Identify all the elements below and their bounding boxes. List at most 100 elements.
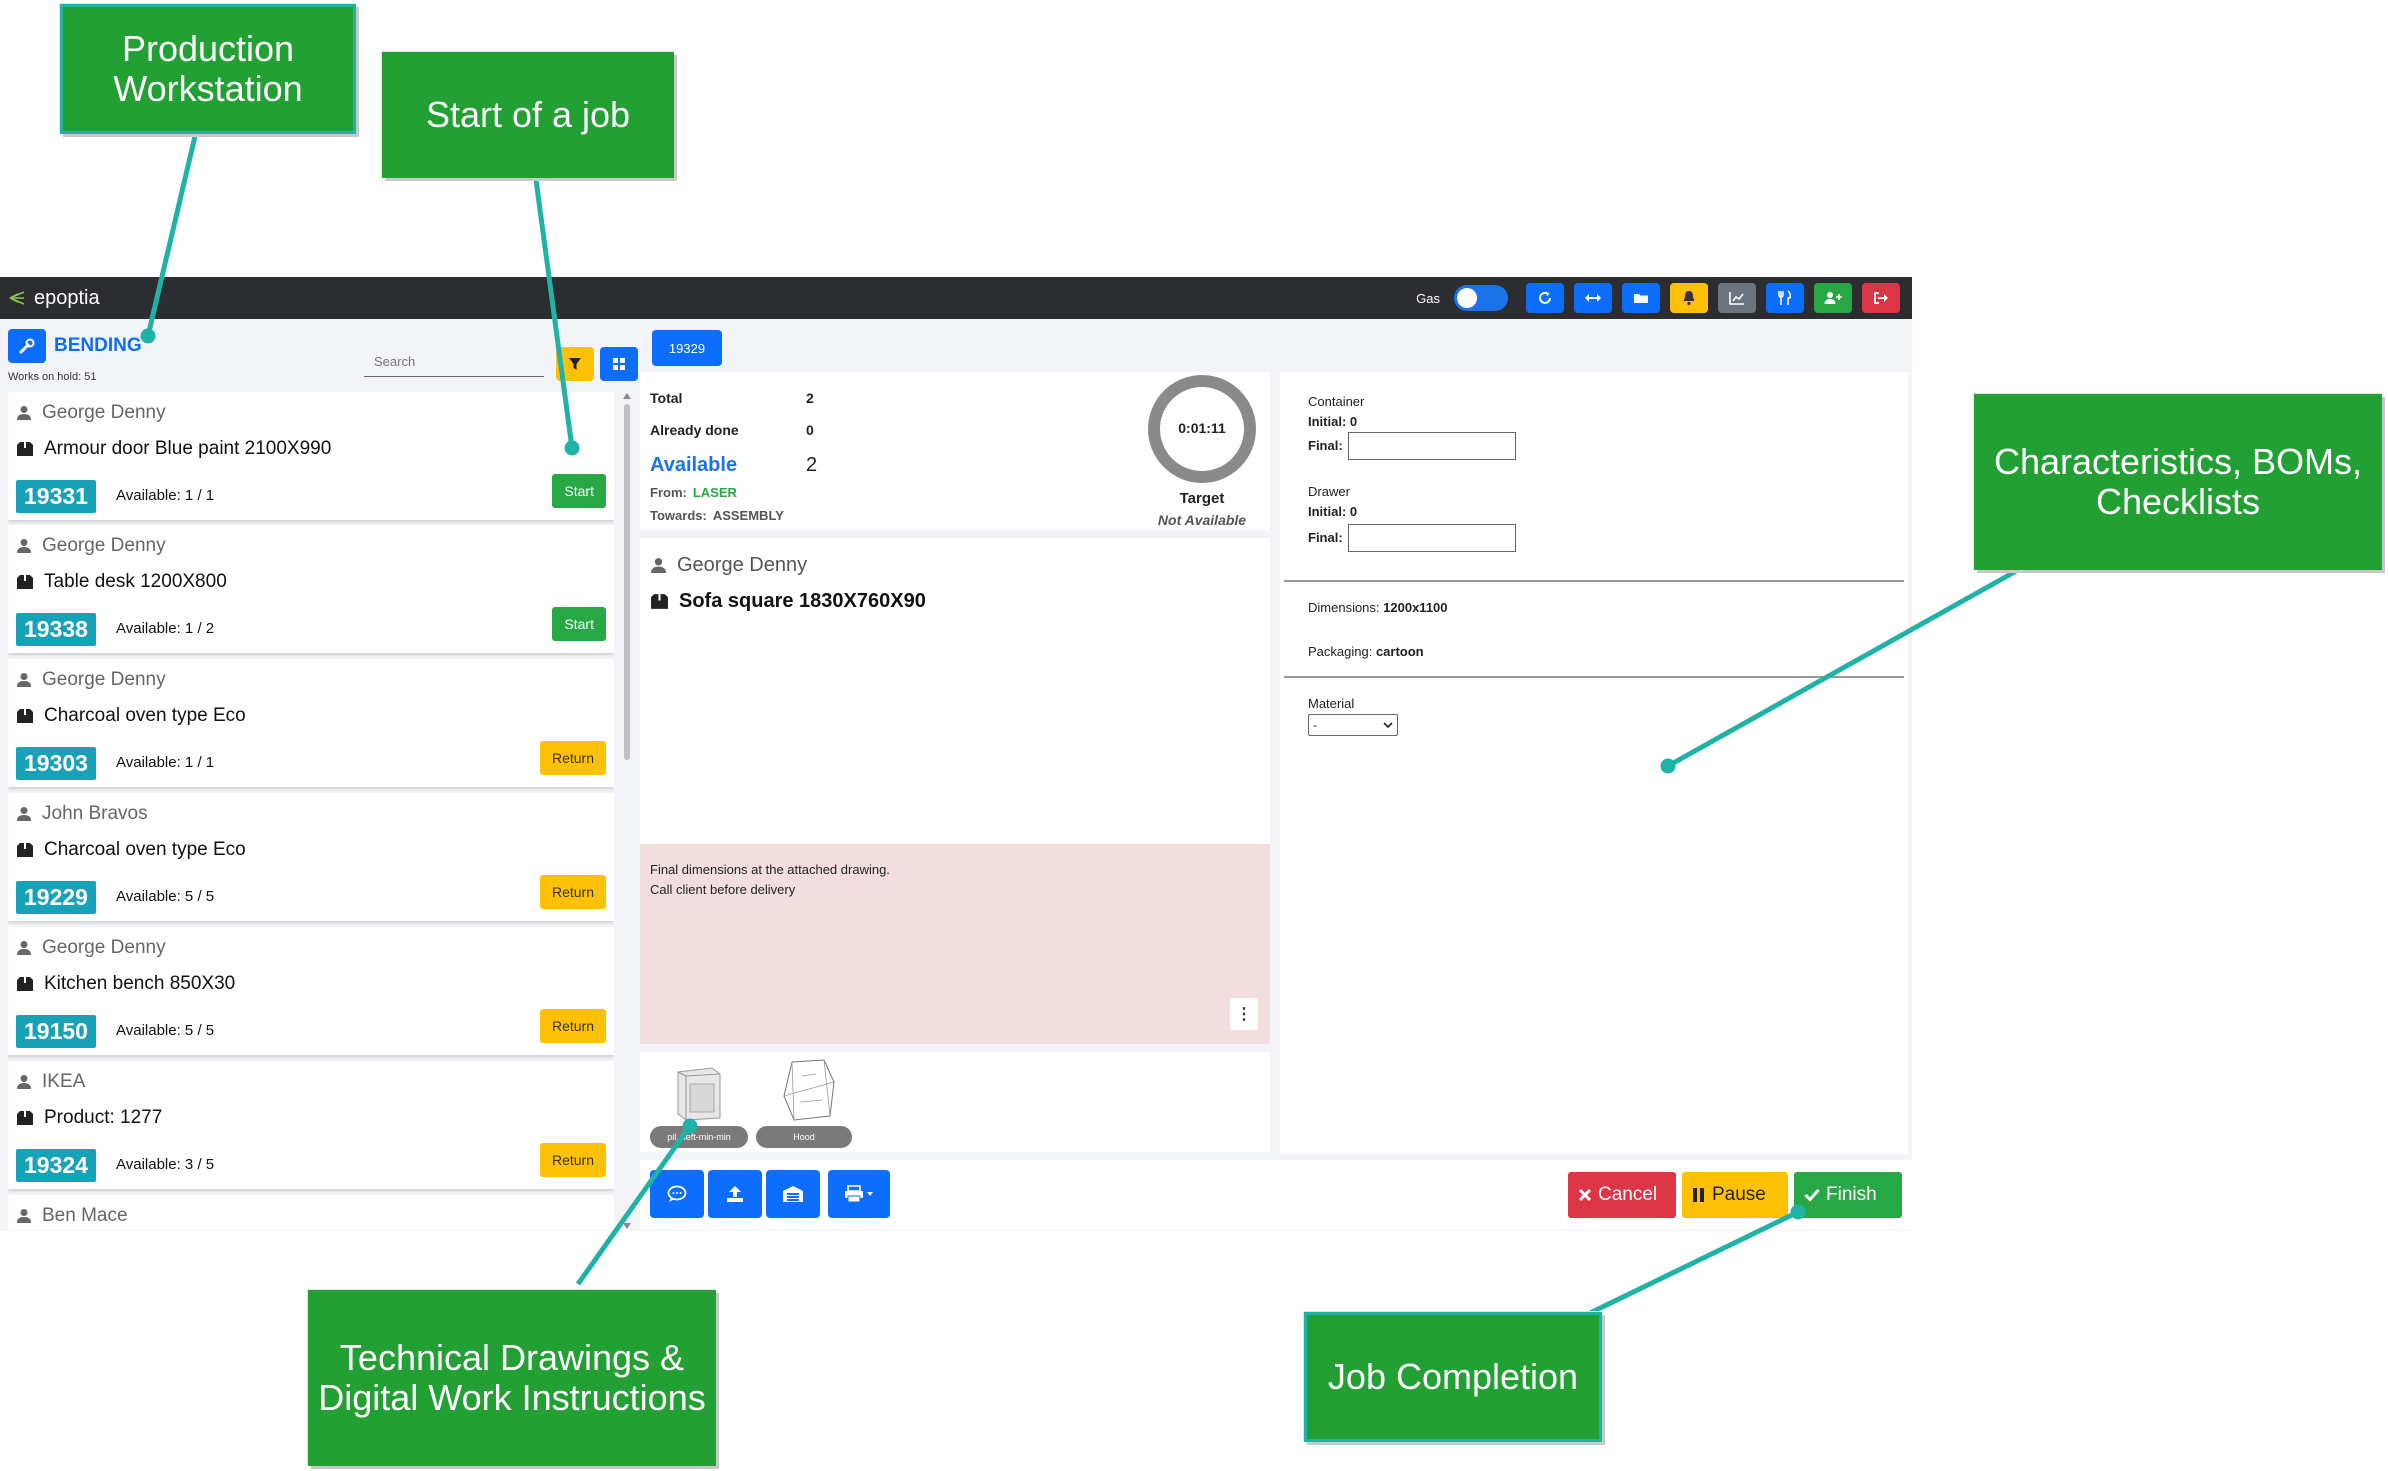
box-icon — [17, 1111, 33, 1125]
scroll-up-arrow-icon — [623, 393, 631, 399]
print-dropdown-button[interactable] — [828, 1170, 890, 1218]
cancel-button[interactable]: Cancel — [1568, 1172, 1676, 1218]
return-button[interactable]: Return — [539, 1009, 606, 1043]
job-card[interactable]: George Denny Charcoal oven type Eco 1930… — [8, 659, 614, 787]
dimensions-value: 1200x1100 — [1383, 600, 1448, 615]
client-name: George Denny — [677, 554, 808, 576]
client-row: George Denny — [650, 554, 807, 577]
finish-button[interactable]: Finish — [1794, 1172, 1902, 1218]
upload-button[interactable] — [708, 1170, 762, 1218]
job-card[interactable]: John Bravos Charcoal oven type Eco 19229… — [8, 793, 614, 921]
product-row: Armour door Blue paint 2100X990 — [16, 438, 331, 460]
drawer-final-label: Final: — [1308, 530, 1343, 545]
cabinet-drawing-thumbnail[interactable] — [668, 1062, 728, 1124]
client-name: George Denny — [42, 535, 166, 556]
box-icon — [17, 442, 33, 456]
attachment-label[interactable]: pil...left-min-min — [650, 1126, 748, 1148]
towards-label: Towards: — [650, 508, 707, 523]
packaging-value: cartoon — [1375, 644, 1424, 659]
start-button[interactable]: Start — [552, 607, 606, 641]
refresh-button[interactable] — [1526, 283, 1564, 313]
from-value: LASER — [692, 485, 737, 500]
job-card[interactable]: George Denny Armour door Blue paint 2100… — [8, 392, 614, 520]
folder-button[interactable] — [1622, 283, 1660, 313]
client-name: Ben Mace — [42, 1205, 128, 1226]
scrollbar-thumb[interactable] — [624, 404, 630, 760]
user-plus-icon — [1824, 292, 1842, 304]
from-label: From: — [650, 485, 687, 500]
gas-toggle[interactable] — [1454, 285, 1508, 311]
comment-button[interactable] — [650, 1170, 704, 1218]
availability: Available: 1 / 1 — [116, 487, 215, 504]
product-name: Product: 1277 — [44, 1107, 163, 1128]
gas-label: Gas — [1416, 290, 1440, 306]
container-final-label: Final: — [1308, 438, 1343, 453]
warehouse-button[interactable] — [766, 1170, 820, 1218]
chart-icon — [1729, 292, 1744, 305]
job-card[interactable]: Ben Mace — [8, 1195, 614, 1230]
return-button[interactable]: Return — [539, 1143, 606, 1177]
start-button[interactable]: Start — [552, 474, 606, 508]
note-line: Final dimensions at the attached drawing… — [650, 862, 890, 877]
comment-icon — [667, 1185, 687, 1202]
user-icon — [17, 539, 31, 553]
reports-button[interactable] — [1718, 283, 1756, 313]
job-id-badge: 19338 — [16, 613, 96, 646]
container-final-input[interactable] — [1348, 432, 1516, 460]
divider — [1284, 580, 1904, 582]
pause-icon — [1693, 1188, 1704, 1202]
more-options-button[interactable]: ⋮ — [1230, 998, 1258, 1030]
break-button[interactable] — [1766, 283, 1804, 313]
attachment-label[interactable]: Hood — [756, 1126, 852, 1148]
cancel-label: Cancel — [1598, 1184, 1658, 1205]
notifications-button[interactable] — [1670, 283, 1708, 313]
user-icon — [17, 1209, 31, 1223]
logout-button[interactable] — [1862, 283, 1900, 313]
container-label: Container — [1308, 394, 1365, 409]
print-icon — [845, 1185, 873, 1203]
active-job-tab[interactable]: 19329 — [652, 330, 722, 366]
utensils-icon — [1778, 290, 1792, 305]
drawer-label: Drawer — [1308, 484, 1350, 499]
workstation-name[interactable]: BENDING — [54, 335, 142, 357]
arrows-horizontal-icon — [1585, 294, 1601, 302]
job-notes: Final dimensions at the attached drawing… — [640, 844, 1270, 1044]
pause-button[interactable]: Pause — [1682, 1172, 1788, 1218]
user-icon — [17, 807, 31, 821]
job-card[interactable]: George Denny Kitchen bench 850X30 19150 … — [8, 927, 614, 1055]
job-action-bar: Cancel Pause Finish — [640, 1160, 1912, 1230]
drawer-initial: Initial: 0 — [1308, 504, 1358, 519]
hood-drawing-thumbnail[interactable] — [772, 1056, 842, 1124]
grid-view-button[interactable] — [600, 347, 638, 381]
finish-label: Finish — [1826, 1184, 1877, 1205]
brand[interactable]: epoptia — [8, 284, 100, 312]
client-row: George Denny — [16, 937, 166, 959]
drawer-final-input[interactable] — [1348, 524, 1516, 552]
user-icon — [17, 1075, 31, 1089]
search-input[interactable] — [364, 347, 544, 377]
dimensions-row: Dimensions: 1200x1100 — [1308, 600, 1448, 615]
pause-label: Pause — [1712, 1184, 1766, 1205]
user-icon — [17, 673, 31, 687]
job-list: George Denny Armour door Blue paint 2100… — [8, 392, 614, 1230]
availability: Available: 5 / 5 — [116, 1022, 215, 1039]
add-user-button[interactable] — [1814, 283, 1852, 313]
return-button[interactable]: Return — [539, 875, 606, 909]
callout-production-workstation: Production Workstation — [60, 4, 356, 134]
client-row: John Bravos — [16, 803, 148, 825]
wrench-icon — [19, 338, 35, 354]
filter-button[interactable] — [556, 347, 594, 381]
product-row: Charcoal oven type Eco — [16, 705, 246, 727]
navbar-actions: Gas — [1416, 283, 1900, 313]
expand-button[interactable] — [1574, 283, 1612, 313]
folder-icon — [1634, 294, 1648, 303]
works-on-hold: Works on hold: 51 — [8, 371, 97, 383]
return-button[interactable]: Return — [539, 741, 606, 775]
workstation-button[interactable] — [8, 329, 46, 363]
available-label: Available — [650, 454, 738, 476]
job-card[interactable]: IKEA Product: 1277 19324 Available: 3 / … — [8, 1061, 614, 1189]
material-select[interactable]: - — [1308, 714, 1398, 736]
job-list-scrollbar[interactable] — [622, 392, 632, 1230]
job-card[interactable]: George Denny Table desk 1200X800 19338 A… — [8, 525, 614, 653]
product-row: Product: 1277 — [16, 1107, 162, 1129]
